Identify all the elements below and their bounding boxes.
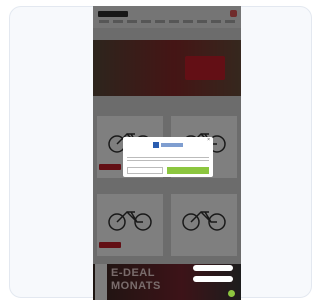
mobile-page: E-DEAL MONATS × <box>93 6 241 300</box>
close-icon[interactable]: × <box>207 138 210 143</box>
floating-action-2[interactable] <box>193 276 233 282</box>
modal-body-text <box>127 157 209 163</box>
chat-icon[interactable] <box>228 290 235 297</box>
consent-modal: × <box>123 137 213 177</box>
deny-button[interactable] <box>127 167 163 174</box>
brand-logo <box>153 142 183 148</box>
accept-button[interactable] <box>167 167 209 174</box>
floating-action-1[interactable] <box>193 265 233 271</box>
